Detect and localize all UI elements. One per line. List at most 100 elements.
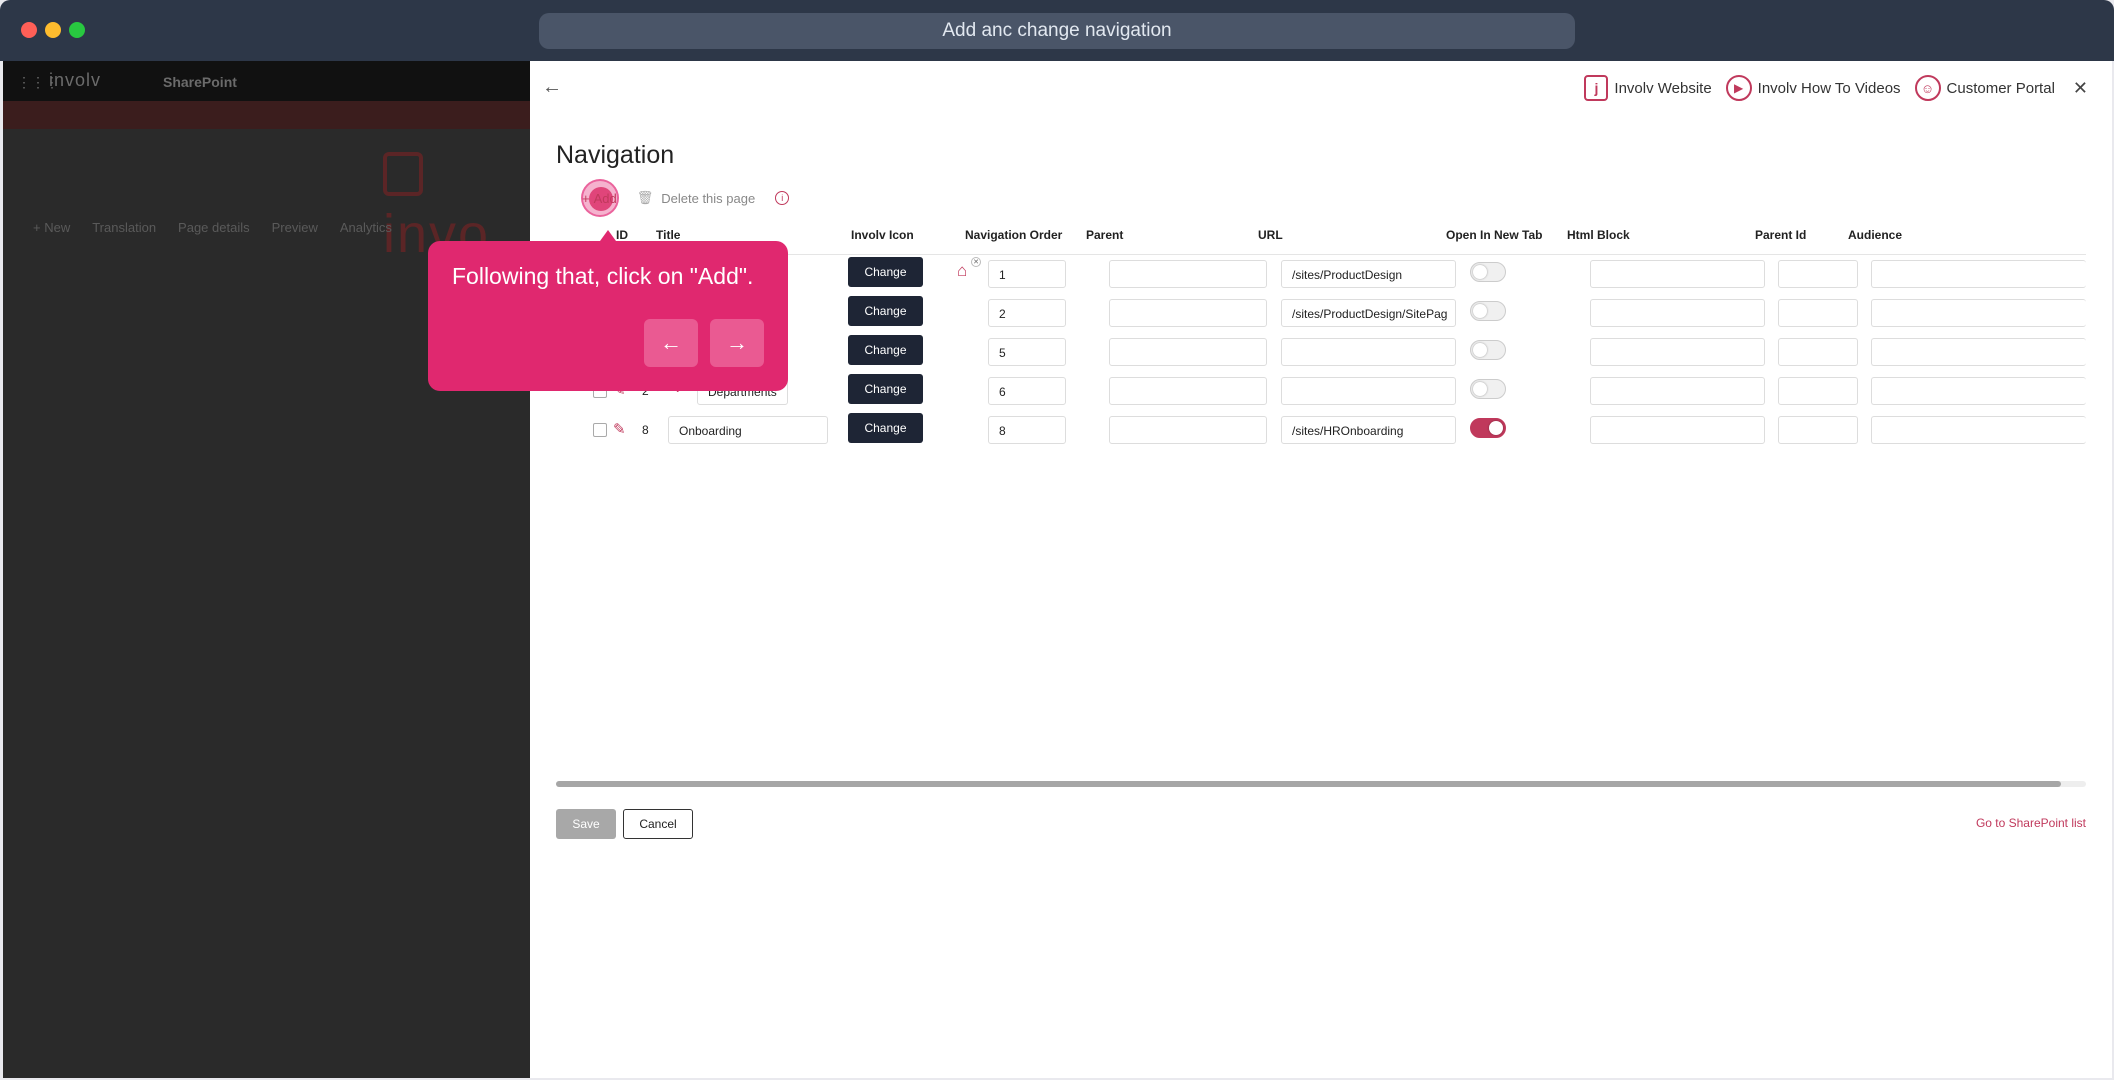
url-input[interactable]: /sites/ProductDesign (1281, 260, 1456, 288)
audience-input[interactable] (1871, 338, 2086, 366)
order-input[interactable]: 1 (988, 260, 1066, 288)
audience-input[interactable] (1871, 377, 2086, 405)
parent-id-input[interactable] (1778, 377, 1858, 405)
involv-website-label: Involv Website (1614, 79, 1712, 97)
walkthrough-tooltip: Following that, click on "Add". ← → (428, 241, 788, 391)
close-icon[interactable]: ✕ (2073, 78, 2088, 99)
title-input[interactable]: Onboarding (668, 416, 828, 444)
new-tab-toggle[interactable] (1470, 418, 1506, 438)
navigation-panel: ← j Involv Website ▶ Involv How To Video… (530, 61, 2112, 1078)
back-arrow-icon[interactable]: ← (542, 76, 562, 99)
parent-input[interactable] (1109, 416, 1267, 444)
parent-id-input[interactable] (1778, 260, 1858, 288)
new-tab-toggle[interactable] (1470, 262, 1506, 282)
audience-input[interactable] (1871, 299, 2086, 327)
toolbar: + Add 🗑 Delete this page i (581, 178, 790, 217)
scrollbar-thumb[interactable] (556, 781, 2061, 787)
url-input[interactable]: /sites/HROnboarding (1281, 416, 1456, 444)
close-window-button[interactable] (21, 22, 37, 38)
table-row: ✎ 8 Onboarding Change 8 /sites/HROnboard… (556, 413, 2086, 447)
column-header-id: ID (616, 228, 628, 242)
customer-portal-link[interactable]: ☺ Customer Portal (1914, 75, 2055, 101)
parent-id-input[interactable] (1778, 299, 1858, 327)
sharepoint-banner (3, 101, 530, 129)
url-input[interactable] (1281, 338, 1456, 366)
audience-input[interactable] (1871, 260, 2086, 288)
tooltip-next-button[interactable]: → (710, 319, 764, 367)
change-icon-button[interactable]: Change (848, 296, 923, 326)
horizontal-scrollbar[interactable] (556, 781, 2086, 787)
parent-id-input[interactable] (1778, 416, 1858, 444)
order-input[interactable]: 2 (988, 299, 1066, 327)
html-block-input[interactable] (1590, 416, 1765, 444)
row-id: 8 (642, 423, 649, 437)
info-icon[interactable]: i (775, 191, 790, 205)
add-label: Add (593, 190, 617, 206)
column-header-newtab: Open In New Tab (1446, 228, 1543, 242)
column-header-icon: Involv Icon (851, 228, 914, 242)
column-header-audience: Audience (1848, 228, 1903, 242)
order-input[interactable]: 5 (988, 338, 1066, 366)
window-titlebar: Add anc change navigation (0, 0, 2114, 61)
go-to-sharepoint-list-link[interactable]: Go to SharePoint list (1976, 816, 2086, 830)
add-button[interactable]: + Add (581, 178, 619, 217)
plus-icon: + (582, 190, 590, 206)
involv-logo-icon: j (1584, 75, 1609, 101)
trash-icon[interactable]: 🗑 (637, 190, 654, 206)
cancel-button[interactable]: Cancel (623, 809, 693, 839)
page-title: Navigation (556, 141, 675, 169)
change-icon-button[interactable]: Change (848, 335, 923, 365)
tooltip-text: Following that, click on "Add". (452, 263, 754, 289)
tooltip-previous-button[interactable]: ← (644, 319, 698, 367)
html-block-input[interactable] (1590, 299, 1765, 327)
header-links: j Involv Website ▶ Involv How To Videos … (1584, 75, 2088, 101)
maximize-window-button[interactable] (69, 22, 85, 38)
new-tab-toggle[interactable] (1470, 301, 1506, 321)
column-header-parentid: Parent Id (1755, 228, 1807, 242)
how-to-videos-label: Involv How To Videos (1757, 79, 1901, 97)
audience-input[interactable] (1871, 416, 2086, 444)
customer-portal-label: Customer Portal (1946, 79, 2055, 97)
parent-input[interactable] (1109, 299, 1267, 327)
change-icon-button[interactable]: Change (848, 374, 923, 404)
order-input[interactable]: 6 (988, 377, 1066, 405)
change-icon-button[interactable]: Change (848, 413, 923, 443)
column-header-url: URL (1258, 228, 1283, 242)
analytics-command: Analytics (339, 220, 392, 235)
involv-website-link[interactable]: j Involv Website (1584, 75, 1712, 101)
column-header-order: Navigation Order (965, 228, 1063, 242)
parent-input[interactable] (1109, 338, 1267, 366)
sharepoint-label: SharePoint (163, 74, 237, 90)
window-title: Add anc change navigation (539, 13, 1575, 49)
new-command: + New (33, 220, 71, 235)
parent-input[interactable] (1109, 260, 1267, 288)
save-button[interactable]: Save (556, 809, 616, 839)
row-checkbox[interactable] (593, 423, 607, 437)
column-header-parent: Parent (1086, 228, 1124, 242)
new-tab-toggle[interactable] (1470, 340, 1506, 360)
play-icon: ▶ (1725, 75, 1752, 101)
html-block-input[interactable] (1590, 338, 1765, 366)
delete-page-button[interactable]: Delete this page (661, 191, 755, 206)
user-portal-icon: ☺ (1914, 75, 1941, 101)
parent-input[interactable] (1109, 377, 1267, 405)
html-block-input[interactable] (1590, 377, 1765, 405)
new-tab-toggle[interactable] (1470, 379, 1506, 399)
url-input[interactable] (1281, 377, 1456, 405)
change-icon-button[interactable]: Change (848, 257, 923, 287)
column-header-html: Html Block (1567, 228, 1630, 242)
minimize-window-button[interactable] (45, 22, 61, 38)
parent-id-input[interactable] (1778, 338, 1858, 366)
remove-icon[interactable]: ✕ (971, 257, 981, 267)
involv-logo: involv (49, 70, 102, 90)
html-block-input[interactable] (1590, 260, 1765, 288)
home-icon: ⌂ (957, 261, 968, 280)
page-details-command: Page details (178, 220, 250, 235)
url-input[interactable]: /sites/ProductDesign/SitePag (1281, 299, 1456, 327)
sharepoint-suite-bar: ⋮⋮⋮ involv SharePoint (3, 61, 530, 101)
sharepoint-command-bar: + New Translation Page details Preview A… (33, 220, 392, 235)
order-input[interactable]: 8 (988, 416, 1066, 444)
edit-pencil-icon[interactable]: ✎ (613, 420, 626, 438)
how-to-videos-link[interactable]: ▶ Involv How To Videos (1725, 75, 1901, 101)
translation-command: Translation (92, 220, 157, 235)
